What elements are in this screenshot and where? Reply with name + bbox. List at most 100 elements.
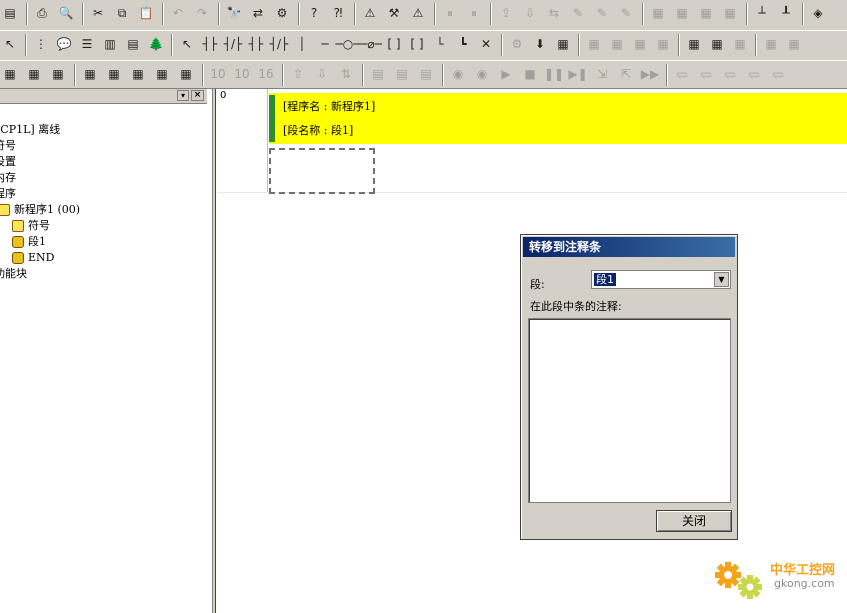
window-icon[interactable]: ▦ — [152, 64, 172, 84]
address-reference-icon[interactable]: ▦ — [720, 3, 740, 23]
page-icon[interactable]: ▦ — [128, 64, 148, 84]
properties-icon[interactable]: ▦ — [730, 34, 750, 54]
find-error-icon[interactable]: ⚠ — [408, 3, 428, 23]
rung-comment-list-icon[interactable]: ☰ — [77, 34, 97, 54]
st-editor-icon[interactable]: ▦ — [653, 34, 673, 54]
online-icon[interactable]: ◉ — [472, 64, 492, 84]
set-reset-icon[interactable]: ┸ — [776, 3, 796, 23]
tree-item[interactable]: 段1 — [12, 234, 46, 250]
plc-mode-icon[interactable]: ▤ — [368, 64, 388, 84]
show-comments-icon[interactable]: 💬 — [54, 34, 74, 54]
step-icon[interactable]: ▶❚ — [568, 64, 588, 84]
transfer-from-plc-icon[interactable]: ⇩ — [520, 3, 540, 23]
instruction-search-icon[interactable]: ▦ — [80, 64, 100, 84]
io-table-icon[interactable]: ▦ — [648, 3, 668, 23]
download-icon[interactable]: ⇩ — [312, 64, 332, 84]
bp-1-icon[interactable]: ▭ — [672, 64, 692, 84]
new-coil-icon[interactable]: ─○─ — [336, 34, 361, 54]
program-check-icon[interactable]: ⬇ — [530, 34, 550, 54]
bp-4-icon[interactable]: ▭ — [744, 64, 764, 84]
bcd-10-icon[interactable]: 10 — [232, 64, 252, 84]
bp-5-icon[interactable]: ▭ — [768, 64, 788, 84]
trace-icon[interactable]: ◉ — [448, 64, 468, 84]
chevron-down-icon[interactable]: ▼ — [714, 272, 729, 287]
hex-16-icon[interactable]: 16 — [256, 64, 276, 84]
project-ws-icon[interactable]: ▦ — [584, 34, 604, 54]
tree-item[interactable]: 内存 — [0, 170, 16, 186]
mnemonics-icon[interactable]: ▦ — [630, 34, 650, 54]
new-connect-icon[interactable]: ┗ — [453, 34, 473, 54]
cut-icon[interactable]: ✂ — [88, 3, 108, 23]
io-comment-icon[interactable]: ▦ — [707, 34, 727, 54]
run-icon[interactable]: ▶ — [496, 64, 516, 84]
transfer-to-plc-icon[interactable]: ⇪ — [496, 3, 516, 23]
cross-reference-icon[interactable]: ⚙ — [272, 3, 292, 23]
copy-icon[interactable]: ⧉ — [112, 3, 132, 23]
pause-icon[interactable]: ❚❚ — [544, 64, 564, 84]
bin-10-icon[interactable]: 10 — [208, 64, 228, 84]
differential-monitor-icon[interactable]: ◈ — [808, 3, 828, 23]
online-edit-send-icon[interactable]: ✎ — [592, 3, 612, 23]
grid-icon[interactable]: ⋮ — [31, 34, 51, 54]
new-line-icon[interactable]: └ — [430, 34, 450, 54]
online-edit-cancel-icon[interactable]: ✎ — [616, 3, 636, 23]
new-program-icon[interactable]: ▤ — [0, 3, 20, 23]
watch-window-icon[interactable]: ▦ — [696, 3, 716, 23]
new-pt-contact-icon[interactable]: [ ] — [407, 34, 427, 54]
warning-icon[interactable]: ⚠ — [360, 3, 380, 23]
step-out-icon[interactable]: ⇱ — [616, 64, 636, 84]
plc-info-icon[interactable]: ▤ — [392, 64, 412, 84]
tree-item[interactable]: 符号 — [12, 218, 50, 234]
context-help-icon[interactable]: ⁈ — [328, 3, 348, 23]
layout-icon[interactable]: ▦ — [48, 64, 68, 84]
bp-3-icon[interactable]: ▭ — [720, 64, 740, 84]
online-edit-icon[interactable]: ✎ — [568, 3, 588, 23]
tree-item[interactable]: END — [12, 250, 54, 266]
step-run-icon[interactable]: ⏸ — [440, 3, 460, 23]
step-in-icon[interactable]: ⇲ — [592, 64, 612, 84]
vertical-line-icon[interactable]: │ — [292, 34, 312, 54]
paste-icon[interactable]: 📋 — [136, 3, 156, 23]
monitor-in-list-icon[interactable]: ▤ — [123, 34, 143, 54]
view-icon[interactable]: ▦ — [0, 64, 20, 84]
close-icon[interactable]: × — [191, 90, 204, 101]
program-comment-bar[interactable]: [程序名 : 新程序1] [段名称 : 段1] — [269, 93, 847, 144]
plc-setting-icon[interactable]: ▤ — [416, 64, 436, 84]
instruction-list-icon[interactable]: ▦ — [607, 34, 627, 54]
window-list-icon[interactable]: ▦ — [176, 64, 196, 84]
compile-all-icon[interactable]: ⚙ — [507, 34, 527, 54]
stop-icon[interactable]: ■ — [520, 64, 540, 84]
panel-splitter[interactable] — [213, 89, 216, 613]
find-icon[interactable]: 🔭 — [224, 3, 244, 23]
help-icon[interactable]: ? — [304, 3, 324, 23]
show-variables-icon[interactable]: ▥ — [100, 34, 120, 54]
new-instruction-icon[interactable]: [ ] — [384, 34, 404, 54]
compile-icon[interactable]: ⚒ — [384, 3, 404, 23]
select-mode-icon[interactable]: ↖ — [177, 34, 197, 54]
delete-connection-icon[interactable]: ✕ — [476, 34, 496, 54]
upload-icon[interactable]: ⇧ — [288, 64, 308, 84]
cross-ref-table-icon[interactable]: ▦ — [784, 34, 804, 54]
replace-icon[interactable]: ⇄ — [248, 3, 268, 23]
new-or-contact-icon[interactable]: ┤├ — [246, 34, 266, 54]
memory-icon[interactable]: ▦ — [672, 3, 692, 23]
pause-icon[interactable]: ⏸ — [464, 3, 484, 23]
compare-icon[interactable]: ⇆ — [544, 3, 564, 23]
close-button[interactable]: 关闭 — [656, 510, 732, 532]
comment-list[interactable] — [528, 318, 731, 503]
horizontal-line-icon[interactable]: ─ — [315, 34, 335, 54]
new-closed-coil-icon[interactable]: ─⌀─ — [360, 34, 382, 54]
undo-icon[interactable]: ↶ — [168, 3, 188, 23]
force-on-icon[interactable]: ┴ — [752, 3, 772, 23]
ladder-cursor[interactable] — [269, 148, 375, 194]
section-select[interactable]: 段1 ▼ — [591, 270, 731, 289]
new-contact-icon[interactable]: ┤├ — [200, 34, 220, 54]
bp-2-icon[interactable]: ▭ — [696, 64, 716, 84]
symbols-icon[interactable]: ▦ — [104, 64, 124, 84]
arrow-icon[interactable]: ↖ — [0, 34, 20, 54]
symbol-table-icon[interactable]: ▦ — [761, 34, 781, 54]
memory-view-icon[interactable]: ▦ — [684, 34, 704, 54]
tree-item[interactable]: 功能块 — [0, 266, 27, 282]
new-closed-or-icon[interactable]: ┤/├ — [269, 34, 289, 54]
run-to-end-icon[interactable]: ▶▶ — [640, 64, 660, 84]
